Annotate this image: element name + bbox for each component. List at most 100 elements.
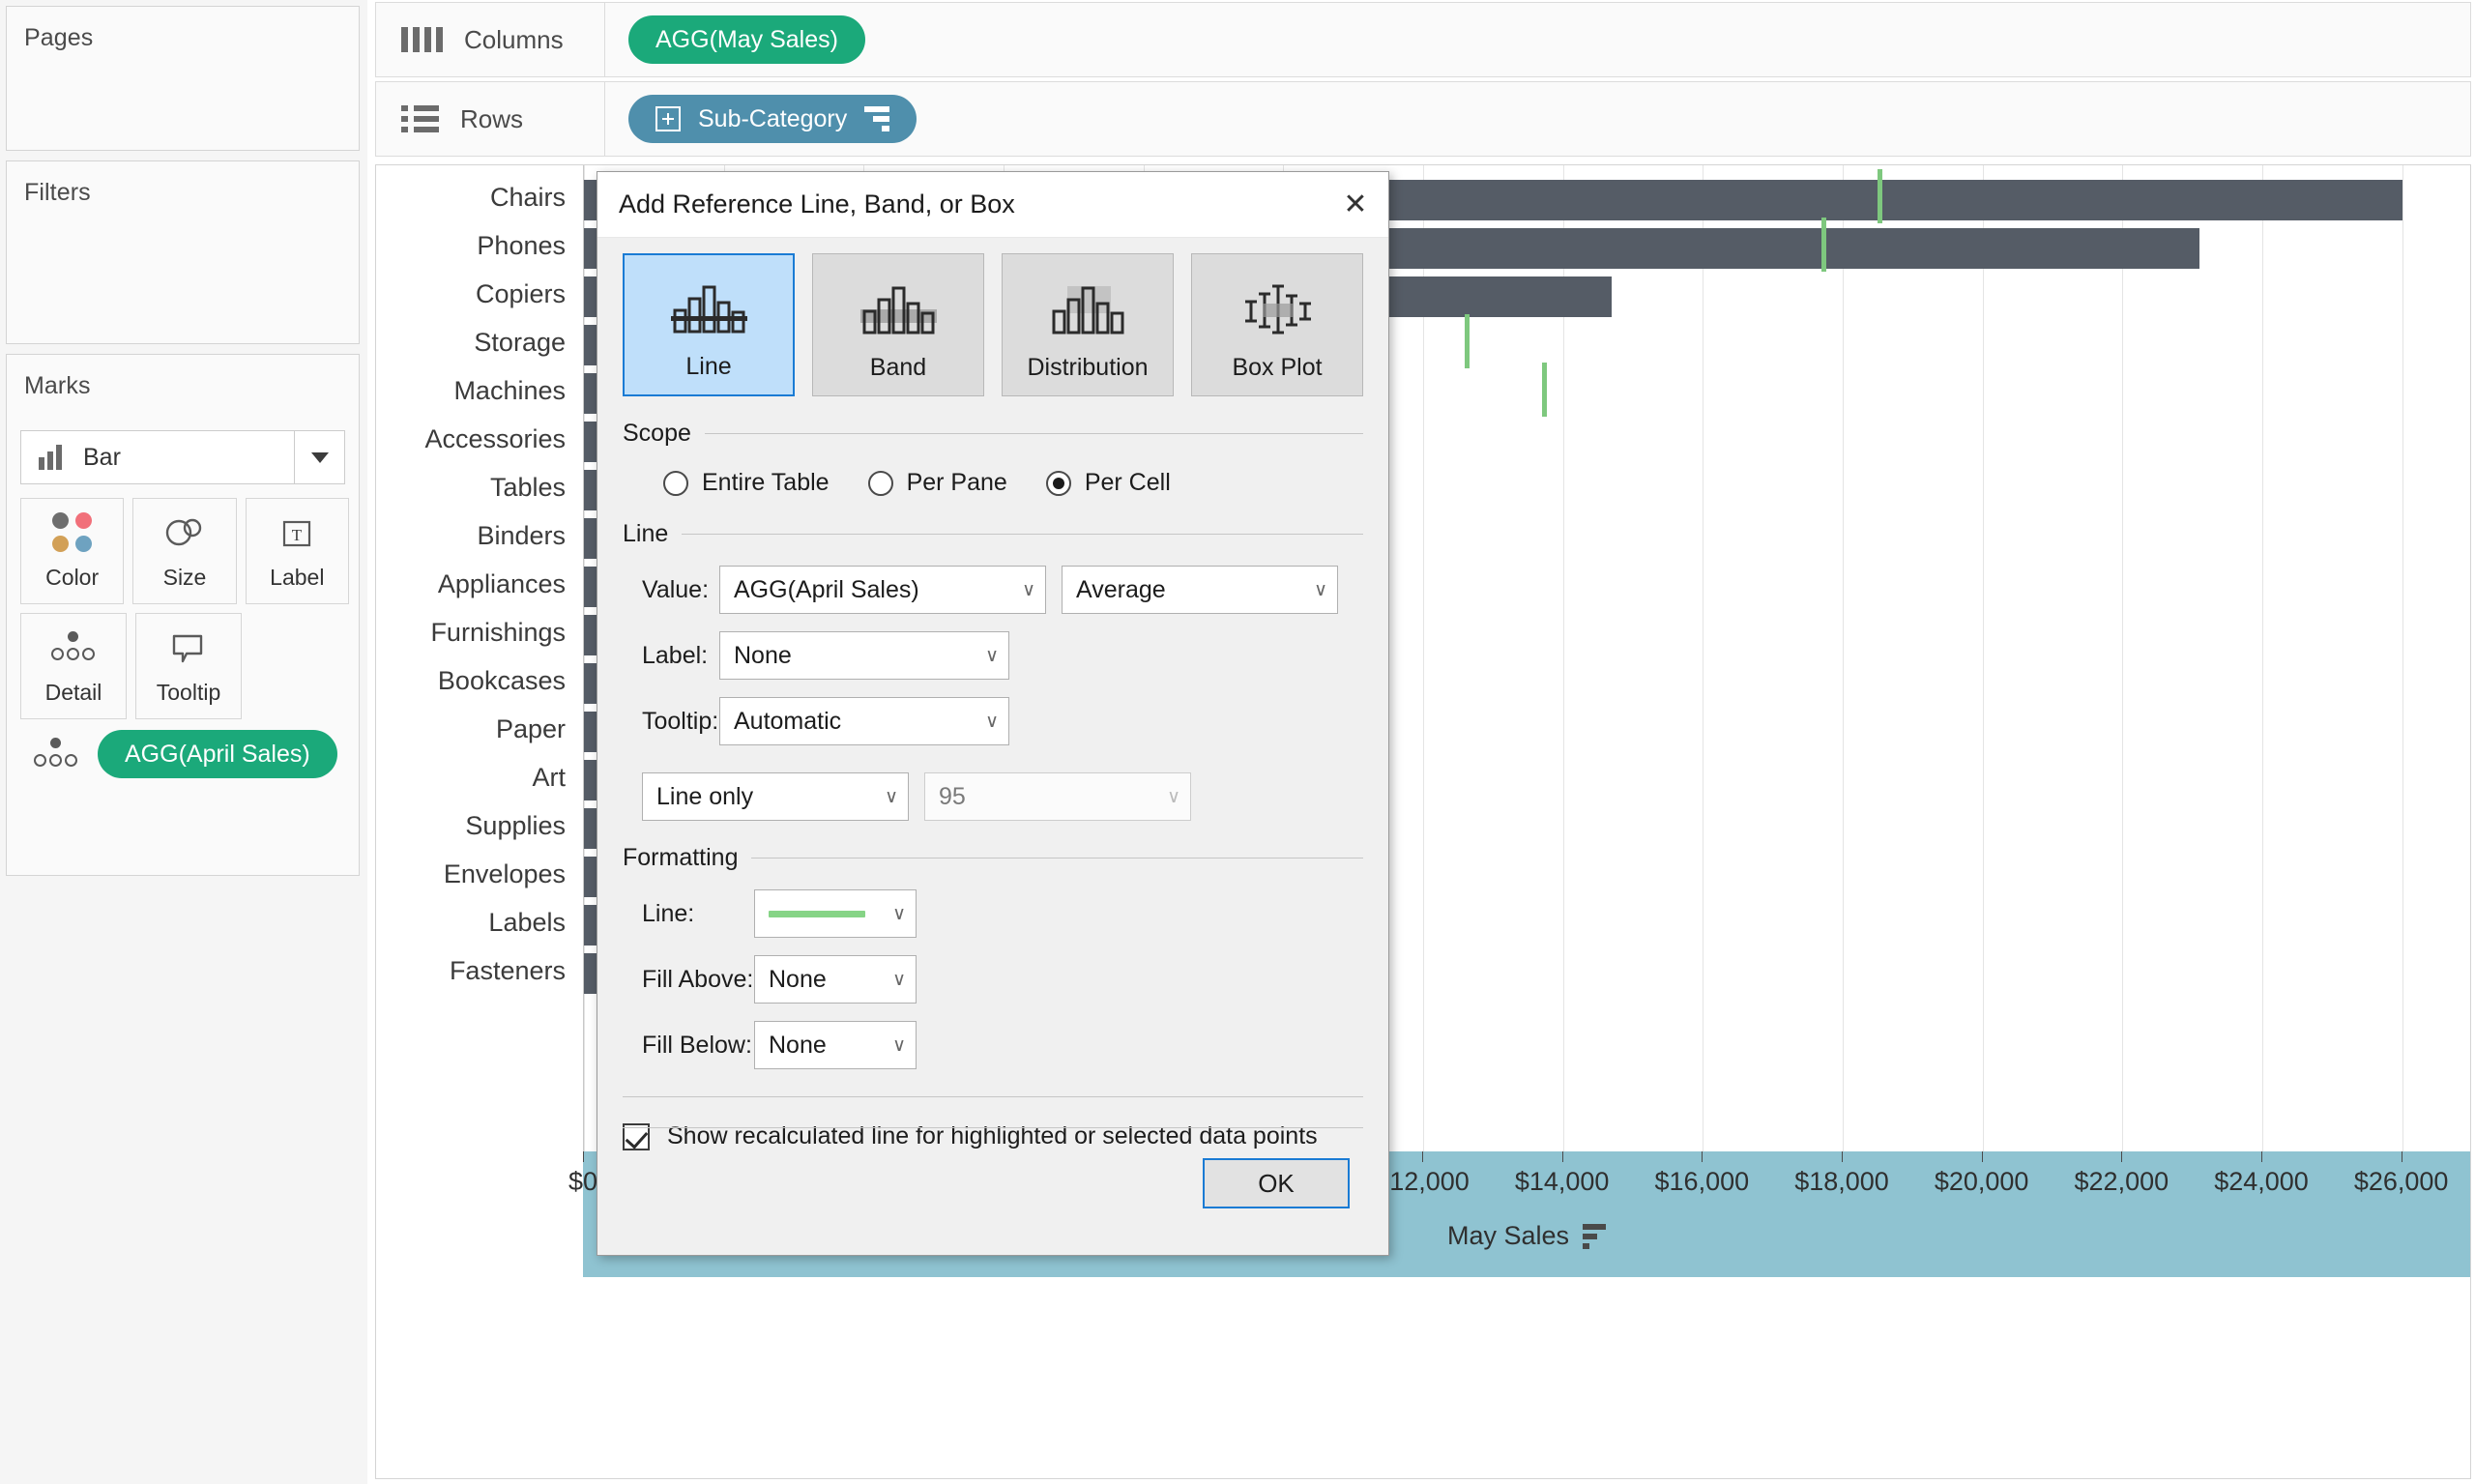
- reference-line[interactable]: [1541, 363, 1547, 417]
- scope-group-title: Scope: [623, 420, 691, 447]
- rows-pill-sub-category[interactable]: Sub-Category: [628, 95, 917, 143]
- row-header-label[interactable]: Storage: [474, 328, 566, 358]
- chevron-down-icon: ∨: [985, 711, 999, 732]
- formatting-fill-above-value: None: [769, 965, 827, 993]
- row-header-label[interactable]: Supplies: [465, 811, 566, 841]
- columns-shelf-dropzone[interactable]: AGG(May Sales): [605, 2, 2471, 77]
- formatting-fill-above-dropdown[interactable]: None ∨: [754, 955, 917, 1004]
- bar-mark-icon: [39, 445, 62, 470]
- rows-shelf-dropzone[interactable]: Sub-Category: [605, 81, 2471, 157]
- pages-card-title: Pages: [24, 24, 94, 51]
- line-label-dropdown[interactable]: None ∨: [719, 631, 1009, 680]
- type-button-line-label: Line: [685, 353, 732, 380]
- line-display-mode-dropdown[interactable]: Line only ∨: [642, 772, 909, 821]
- line-aggregation-value: Average: [1076, 575, 1166, 603]
- line-value-field-value: AGG(April Sales): [734, 575, 919, 603]
- line-tooltip-dropdown[interactable]: Automatic ∨: [719, 697, 1009, 745]
- line-display-mode-value: Line only: [656, 782, 754, 810]
- row-header-label[interactable]: Chairs: [490, 183, 566, 213]
- type-button-distribution[interactable]: Distribution: [1002, 253, 1174, 396]
- sort-descending-icon[interactable]: [864, 106, 890, 131]
- filters-card: Filters: [6, 160, 360, 344]
- row-header-label[interactable]: Paper: [496, 714, 566, 744]
- marks-tooltip-button[interactable]: Tooltip: [135, 613, 242, 719]
- rows-pill-label: Sub-Category: [698, 104, 848, 132]
- close-icon[interactable]: ✕: [1323, 172, 1388, 238]
- divider: [623, 1096, 1363, 1097]
- type-button-distribution-label: Distribution: [1027, 354, 1149, 381]
- mark-type-value: Bar: [83, 443, 121, 471]
- columns-shelf-label-box: Columns: [375, 2, 605, 77]
- marks-card: Marks Bar Color Size T Label Detail Tool…: [6, 354, 360, 876]
- row-header-label[interactable]: Fasteners: [450, 956, 566, 986]
- row-header-label[interactable]: Copiers: [476, 279, 566, 309]
- reference-distribution-icon: [1044, 278, 1131, 338]
- line-tooltip-value: Automatic: [734, 707, 842, 735]
- line-color-swatch: [769, 910, 865, 917]
- formatting-line-row: Line: ∨: [623, 889, 1363, 938]
- chevron-down-icon[interactable]: [294, 431, 344, 483]
- x-axis-title-label: May Sales: [1446, 1221, 1570, 1250]
- row-header-label[interactable]: Bookcases: [438, 666, 566, 696]
- row-header-label[interactable]: Appliances: [438, 569, 566, 599]
- type-button-boxplot[interactable]: Box Plot: [1191, 253, 1363, 396]
- line-value-row: Value: AGG(April Sales) ∨ Average ∨: [623, 566, 1363, 614]
- tableau-worksheet: Pages Filters Marks Bar Color Size T Lab…: [0, 0, 2475, 1484]
- axis-tick: [1981, 1151, 1983, 1162]
- axis-tick: [1842, 1151, 1843, 1162]
- columns-icon: [401, 27, 443, 52]
- reference-line[interactable]: [1821, 218, 1827, 272]
- reference-type-selector: Line Band Distribution Box Plot: [623, 253, 1363, 396]
- axis-tick-label: $26,000: [2353, 1167, 2449, 1196]
- rows-shelf-label: Rows: [460, 103, 524, 133]
- marks-color-button[interactable]: Color: [20, 498, 125, 604]
- formatting-line-style-dropdown[interactable]: ∨: [754, 889, 917, 938]
- row-header-label[interactable]: Binders: [477, 521, 566, 551]
- row-header-label[interactable]: Accessories: [424, 424, 566, 454]
- sort-descending-icon[interactable]: [1583, 1223, 1607, 1249]
- detail-dots-icon: [45, 627, 102, 668]
- expand-plus-icon[interactable]: [655, 106, 681, 131]
- marks-button-grid: Color Size T Label Detail Tooltip: [20, 498, 349, 728]
- axis-tick-label: $18,000: [1794, 1167, 1889, 1196]
- mark-type-dropdown[interactable]: Bar: [20, 430, 345, 484]
- row-header-label[interactable]: Furnishings: [430, 618, 566, 648]
- rows-shelf-label-box: Rows: [375, 81, 605, 157]
- row-header-label[interactable]: Machines: [453, 376, 566, 406]
- marks-size-label: Size: [162, 564, 207, 590]
- row-header-label[interactable]: Labels: [488, 908, 566, 938]
- type-button-line[interactable]: Line: [623, 253, 795, 396]
- formatting-fill-below-dropdown[interactable]: None ∨: [754, 1021, 917, 1069]
- axis-tick: [1702, 1151, 1703, 1162]
- type-button-boxplot-label: Box Plot: [1232, 354, 1323, 381]
- dialog-title: Add Reference Line, Band, or Box: [619, 189, 1015, 218]
- axis-tick: [1422, 1151, 1423, 1162]
- marks-label-button[interactable]: T Label: [245, 498, 349, 604]
- line-tooltip-label: Tooltip:: [642, 707, 719, 735]
- marks-size-button[interactable]: Size: [132, 498, 237, 604]
- columns-pill-agg-may-sales[interactable]: AGG(May Sales): [628, 15, 865, 64]
- scope-radio-entire-table[interactable]: [663, 470, 688, 496]
- line-aggregation-dropdown[interactable]: Average ∨: [1062, 566, 1338, 614]
- scope-radio-per-cell[interactable]: [1045, 470, 1071, 496]
- type-button-band[interactable]: Band: [812, 253, 984, 396]
- row-header-label[interactable]: Phones: [477, 231, 566, 261]
- scope-radio-per-pane[interactable]: [867, 470, 893, 496]
- marks-detail-pill[interactable]: AGG(April Sales): [98, 730, 337, 778]
- formatting-fill-below-label: Fill Below:: [642, 1031, 752, 1059]
- row-header-label[interactable]: Art: [532, 763, 566, 793]
- reference-line-icon: [665, 277, 752, 337]
- ok-button[interactable]: OK: [1203, 1158, 1350, 1208]
- row-headers: Chairs Phones Copiers Storage Machines Access…: [376, 165, 583, 1151]
- formatting-group-title: Formatting: [623, 844, 739, 871]
- reference-line[interactable]: [1465, 314, 1470, 368]
- row-header-label[interactable]: Envelopes: [444, 859, 566, 889]
- marks-detail-button[interactable]: Detail: [20, 613, 127, 719]
- line-label-row: Label: None ∨: [623, 631, 1363, 680]
- line-label-label: Label:: [642, 641, 709, 669]
- reference-line[interactable]: [1878, 169, 1883, 223]
- size-icon: [163, 512, 206, 553]
- axis-tick-label: $24,000: [2214, 1167, 2309, 1196]
- row-header-label[interactable]: Tables: [490, 473, 566, 503]
- line-value-field-dropdown[interactable]: AGG(April Sales) ∨: [719, 566, 1046, 614]
